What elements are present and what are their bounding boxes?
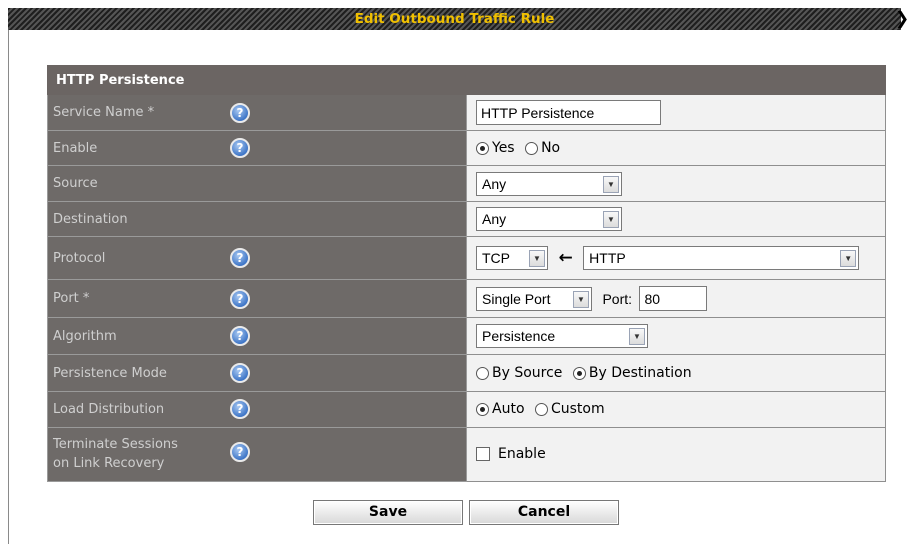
auto-radio[interactable] bbox=[476, 402, 489, 416]
enable-yes-radio[interactable] bbox=[476, 141, 489, 155]
port-number-label: Port: bbox=[602, 290, 633, 307]
service-name-input[interactable] bbox=[476, 100, 661, 126]
service-name-label: Service Name * bbox=[53, 105, 155, 121]
row-terminate-sessions: Terminate Sessions on Link Recovery ? En… bbox=[47, 426, 886, 483]
help-icon[interactable]: ? bbox=[230, 363, 250, 384]
source-select-value: Any bbox=[482, 175, 507, 192]
enable-no-radio[interactable] bbox=[525, 141, 539, 155]
enable-label: Enable bbox=[53, 140, 98, 156]
row-protocol: Protocol ? TCP ▼ ← HTTP ▼ bbox=[47, 236, 886, 281]
help-icon[interactable]: ? bbox=[230, 138, 250, 159]
custom-radio[interactable] bbox=[534, 402, 548, 416]
protocol-select-value: TCP bbox=[482, 250, 510, 267]
terminate-sessions-checkbox[interactable] bbox=[476, 447, 490, 462]
chevron-down-icon[interactable]: ▼ bbox=[573, 290, 589, 308]
terminate-sessions-checkbox-label: Enable bbox=[498, 446, 546, 463]
dialog-left-border bbox=[8, 8, 9, 544]
rule-form: HTTP Persistence Service Name * ? Enable… bbox=[47, 64, 886, 483]
help-icon[interactable]: ? bbox=[230, 248, 250, 269]
cancel-button[interactable]: Cancel bbox=[469, 500, 619, 525]
help-icon[interactable]: ? bbox=[230, 102, 250, 123]
chevron-down-icon[interactable]: ▼ bbox=[603, 175, 619, 193]
dialog-title: Edit Outbound Traffic Rule bbox=[354, 11, 555, 27]
port-number-input[interactable] bbox=[639, 286, 708, 312]
row-source: Source Any ▼ bbox=[47, 165, 886, 202]
destination-select[interactable]: Any ▼ bbox=[476, 207, 622, 232]
help-icon[interactable]: ? bbox=[230, 288, 250, 309]
help-icon[interactable]: ? bbox=[230, 399, 250, 420]
port-label: Port * bbox=[53, 291, 90, 307]
protocol-label: Protocol bbox=[53, 250, 106, 266]
auto-label: Auto bbox=[492, 401, 525, 418]
algorithm-select-value: Persistence bbox=[482, 328, 556, 345]
load-distribution-label: Load Distribution bbox=[53, 401, 165, 417]
by-source-label: By Source bbox=[492, 365, 563, 382]
protocol-preset-select[interactable]: HTTP ▼ bbox=[583, 246, 860, 271]
row-enable: Enable ? Yes No bbox=[47, 129, 886, 167]
chevron-down-icon[interactable]: ▼ bbox=[603, 211, 619, 229]
port-type-select[interactable]: Single Port ▼ bbox=[476, 286, 592, 311]
help-icon[interactable]: ? bbox=[230, 441, 250, 462]
chevron-down-icon[interactable]: ▼ bbox=[629, 328, 645, 346]
source-label: Source bbox=[53, 176, 98, 192]
source-select[interactable]: Any ▼ bbox=[476, 171, 622, 196]
destination-select-value: Any bbox=[482, 211, 507, 228]
terminate-sessions-label-line1: Terminate Sessions bbox=[53, 437, 178, 453]
section-header: HTTP Persistence bbox=[47, 64, 886, 96]
port-type-value: Single Port bbox=[482, 290, 551, 307]
by-destination-label: By Destination bbox=[588, 365, 692, 382]
enable-no-label: No bbox=[541, 140, 561, 157]
by-source-radio[interactable] bbox=[476, 366, 489, 380]
terminate-sessions-label-line2: on Link Recovery bbox=[53, 456, 165, 472]
enable-yes-label: Yes bbox=[492, 140, 515, 157]
row-service-name: Service Name * ? bbox=[47, 94, 886, 131]
row-destination: Destination Any ▼ bbox=[47, 200, 886, 238]
protocol-select[interactable]: TCP ▼ bbox=[476, 246, 548, 271]
row-load-distribution: Load Distribution ? Auto Custom bbox=[47, 391, 886, 428]
row-persistence-mode: Persistence Mode ? By Source By Destinat… bbox=[47, 354, 886, 393]
algorithm-label: Algorithm bbox=[53, 328, 117, 344]
algorithm-select[interactable]: Persistence ▼ bbox=[476, 324, 648, 349]
close-icon[interactable]: ❯ bbox=[895, 8, 911, 30]
row-port: Port * ? Single Port ▼ Port: bbox=[47, 279, 886, 318]
dialog-titlebar: Edit Outbound Traffic Rule bbox=[8, 8, 901, 30]
destination-label: Destination bbox=[53, 211, 128, 227]
arrow-left-icon: ← bbox=[558, 248, 573, 269]
chevron-down-icon[interactable]: ▼ bbox=[529, 250, 545, 268]
chevron-down-icon[interactable]: ▼ bbox=[840, 250, 857, 268]
save-button[interactable]: Save bbox=[313, 500, 463, 525]
by-destination-radio[interactable] bbox=[572, 366, 586, 380]
help-icon[interactable]: ? bbox=[230, 326, 250, 347]
protocol-preset-value: HTTP bbox=[589, 250, 626, 267]
custom-label: Custom bbox=[550, 401, 605, 418]
persistence-mode-label: Persistence Mode bbox=[53, 365, 167, 381]
row-algorithm: Algorithm ? Persistence ▼ bbox=[47, 316, 886, 356]
